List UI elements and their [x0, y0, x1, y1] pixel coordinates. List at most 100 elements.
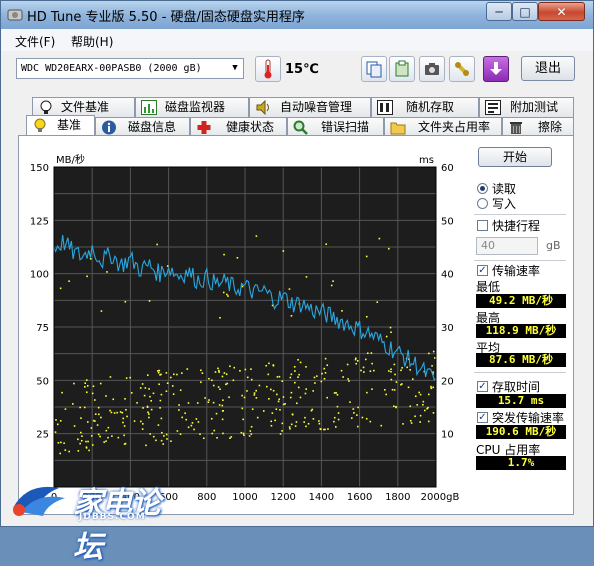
access-time-point [409, 369, 411, 371]
x-tick-label: 1200 [270, 492, 295, 503]
maximize-button[interactable]: □ [512, 2, 538, 21]
access-time-point [267, 373, 270, 376]
access-time-point [270, 420, 273, 423]
access-time-point [353, 412, 355, 414]
access-time-point [103, 441, 105, 443]
access-time-point [321, 372, 323, 375]
access-time-point [165, 390, 168, 392]
access-time-point [355, 362, 358, 365]
access-time-point [253, 394, 256, 396]
access-time-point [256, 416, 259, 419]
access-time-point [227, 295, 229, 297]
access-time-point [99, 382, 102, 385]
access-time-point [350, 417, 353, 419]
access-time-point [385, 335, 388, 338]
access-time-point [293, 366, 296, 368]
access-time-point [116, 411, 118, 414]
screenshot-button[interactable] [419, 56, 445, 82]
tab-extra-tests[interactable]: 附加测试 [479, 97, 574, 117]
access-time-point [290, 423, 293, 426]
access-time-point [304, 416, 306, 419]
tab-error-scan[interactable]: 错误扫描 [287, 117, 384, 137]
access-time-point [432, 412, 435, 414]
access-time-point [349, 401, 351, 403]
access-time-point [91, 392, 94, 395]
access-time-point [77, 438, 79, 441]
access-time-point [244, 368, 247, 371]
access-time-checkbox[interactable]: ✓ [477, 381, 488, 392]
window-title: HD Tune 专业版 5.50 - 硬盘/固态硬盘实用程序 [27, 10, 305, 25]
access-time-point [272, 364, 275, 367]
access-time-point [357, 406, 359, 409]
access-time-point [409, 420, 412, 422]
access-time-point [94, 399, 96, 401]
tab-erase[interactable]: 擦除 [502, 117, 574, 137]
access-time-point [85, 440, 87, 443]
access-time-point [169, 376, 172, 379]
read-radio[interactable] [477, 183, 488, 194]
tab-disk-info[interactable]: 磁盘信息 [95, 117, 190, 137]
access-time-point [98, 413, 100, 416]
burst-rate-checkbox[interactable]: ✓ [477, 412, 488, 423]
access-time-point [304, 392, 307, 395]
access-time-point [394, 373, 396, 376]
transfer-rate-checkbox[interactable]: ✓ [477, 265, 488, 276]
access-time-point [55, 419, 57, 421]
close-button[interactable]: ✕ [538, 2, 585, 21]
access-time-point [199, 433, 201, 436]
access-time-point [110, 411, 113, 414]
access-time-point [271, 412, 274, 414]
access-time-point [416, 404, 419, 406]
options-button[interactable] [449, 56, 475, 82]
drive-select[interactable]: WDC WD20EARX-00PASB0 (2000 gB) ▼ [16, 58, 244, 79]
access-time-point [230, 436, 233, 438]
access-time-point [208, 399, 210, 401]
copy-text-button[interactable] [361, 56, 387, 82]
chevron-down-icon[interactable]: ▼ [227, 59, 243, 78]
access-time-point [305, 425, 307, 428]
access-time-point [255, 397, 258, 399]
access-time-point [299, 396, 302, 399]
tab-folder-usage[interactable]: 文件夹占用率 [384, 117, 502, 137]
access-time-point [282, 403, 285, 406]
access-time-point [186, 368, 189, 370]
tab-benchmark[interactable]: 基准 [26, 115, 95, 137]
exit-button[interactable]: 退出 [521, 56, 575, 81]
short-stroke-checkbox[interactable] [477, 220, 488, 231]
y-right-tick-label: 50 [441, 216, 454, 227]
tab-file-benchmark[interactable]: 文件基准 [32, 97, 135, 117]
access-time-point [181, 372, 183, 374]
drive-select-value: WDC WD20EARX-00PASB0 (2000 gB) [21, 63, 202, 74]
menu-file[interactable]: 文件(F) [15, 33, 55, 50]
tab-health[interactable]: 健康状态 [190, 117, 287, 137]
access-time-point [149, 433, 152, 435]
access-time-point [430, 387, 433, 390]
access-time-point [393, 363, 396, 366]
access-time-point [281, 380, 284, 383]
minimize-button[interactable]: ─ [486, 2, 512, 21]
access-time-point [371, 362, 373, 365]
access-time-point [390, 370, 392, 373]
tab-label: 随机存取 [406, 100, 455, 114]
save-button[interactable] [483, 56, 509, 82]
access-time-point [314, 382, 316, 384]
min-value: 49.2 MB/秒 [476, 294, 566, 308]
menu-help[interactable]: 帮助(H) [71, 33, 113, 50]
access-time-point [221, 375, 224, 378]
access-time-point [250, 425, 253, 428]
access-time-point [92, 419, 95, 422]
tab-aam[interactable]: 自动噪音管理 [249, 97, 371, 117]
tab-random-access[interactable]: 随机存取 [371, 97, 479, 117]
tab-disk-monitor[interactable]: 磁盘监视器 [135, 97, 249, 117]
y-left-tick-label: 150 [30, 163, 49, 174]
short-stroke-input[interactable]: 40 [476, 237, 538, 255]
tab-label: 附加测试 [510, 100, 559, 114]
write-radio[interactable] [477, 198, 488, 209]
access-time-point [369, 370, 372, 373]
start-button[interactable]: 开始 [478, 147, 552, 167]
access-time-point [99, 435, 101, 438]
copy-screen-button[interactable] [389, 56, 415, 82]
y-right-tick-label: 60 [441, 163, 454, 174]
access-time-point [225, 373, 228, 376]
access-time-point [63, 442, 65, 445]
